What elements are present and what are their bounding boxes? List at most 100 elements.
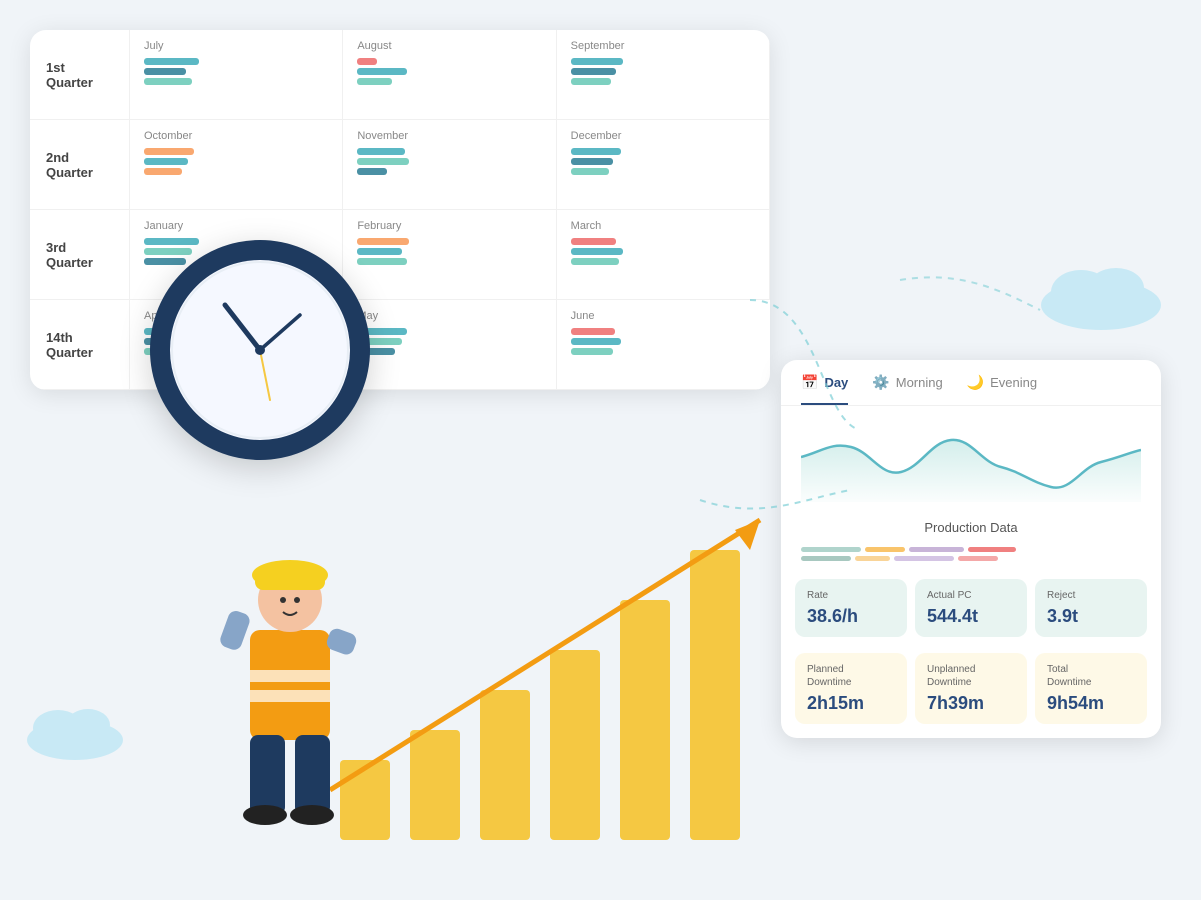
- month-may-bars: [357, 328, 541, 355]
- stat-planned-label: PlannedDowntime: [807, 663, 895, 689]
- bar: [357, 238, 409, 245]
- legend-area: [781, 543, 1161, 571]
- stat-unplanned-value: 7h39m: [927, 693, 1015, 714]
- stats-top-grid: Rate 38.6/h Actual PC 544.4t Reject 3.9t: [781, 571, 1161, 645]
- month-september: September: [557, 30, 770, 120]
- legend-bar: [855, 556, 890, 561]
- clock-svg: [170, 260, 350, 440]
- cloud-left: [20, 695, 130, 760]
- bar: [571, 258, 619, 265]
- stat-reject-value: 3.9t: [1047, 606, 1135, 627]
- bar: [144, 58, 199, 65]
- bar: [357, 258, 407, 265]
- bar: [144, 158, 188, 165]
- bar: [571, 328, 615, 335]
- stat-planned-value: 2h15m: [807, 693, 895, 714]
- month-october-label: Octomber: [144, 130, 328, 142]
- bar: [357, 68, 407, 75]
- tab-bar: 📅 Day ⚙️ Morning 🌙 Evening: [781, 360, 1161, 406]
- bar: [144, 78, 192, 85]
- bar: [571, 348, 613, 355]
- quarter-2-label: 2ndQuarter: [30, 120, 130, 210]
- bar: [357, 168, 387, 175]
- bar: [357, 78, 392, 85]
- month-february: February: [343, 210, 556, 300]
- worker-illustration: [140, 430, 440, 850]
- stat-total-label: TotalDowntime: [1047, 663, 1135, 689]
- month-july-label: July: [144, 40, 328, 52]
- month-december-bars: [571, 148, 755, 175]
- stat-total-value: 9h54m: [1047, 693, 1135, 714]
- month-october-bars: [144, 148, 328, 175]
- stat-reject-label: Reject: [1047, 589, 1135, 602]
- tab-evening[interactable]: 🌙 Evening: [967, 374, 1037, 405]
- bar: [144, 168, 182, 175]
- month-november: November: [343, 120, 556, 210]
- tab-day-label: Day: [824, 375, 848, 390]
- month-september-label: September: [571, 40, 755, 52]
- tab-day[interactable]: 📅 Day: [801, 374, 848, 405]
- stat-unplanned-label: UnplannedDowntime: [927, 663, 1015, 689]
- calendar-icon: 📅: [801, 374, 818, 391]
- month-march-label: March: [571, 220, 755, 232]
- quarterly-panel: 1stQuarter July August September: [30, 30, 770, 390]
- stat-planned-downtime: PlannedDowntime 2h15m: [795, 653, 907, 724]
- month-july: July: [130, 30, 343, 120]
- tab-morning[interactable]: ⚙️ Morning: [872, 374, 942, 405]
- legend-bar: [968, 547, 1016, 552]
- clock-face: [170, 260, 350, 440]
- stat-rate: Rate 38.6/h: [795, 579, 907, 637]
- bar: [571, 238, 616, 245]
- legend-row-2: [801, 556, 1141, 561]
- stat-actual-pc-label: Actual PC: [927, 589, 1015, 602]
- tab-morning-label: Morning: [896, 375, 943, 390]
- legend-bar: [894, 556, 954, 561]
- bar: [357, 58, 377, 65]
- stat-unplanned-downtime: UnplannedDowntime 7h39m: [915, 653, 1027, 724]
- month-july-bars: [144, 58, 328, 85]
- legend-bar: [801, 556, 851, 561]
- bar: [571, 58, 623, 65]
- month-august-bars: [357, 58, 541, 85]
- stat-actual-pc: Actual PC 544.4t: [915, 579, 1027, 637]
- legend-row-1: [801, 547, 1141, 552]
- bar: [357, 158, 409, 165]
- bar: [571, 168, 609, 175]
- bar: [571, 148, 621, 155]
- month-november-bars: [357, 148, 541, 175]
- quarterly-grid: 1stQuarter July August September: [30, 30, 770, 390]
- bar: [571, 68, 616, 75]
- month-september-bars: [571, 58, 755, 85]
- month-june-label: June: [571, 310, 756, 322]
- month-may-label: May: [357, 310, 541, 322]
- quarter-1-label: 1stQuarter: [30, 30, 130, 120]
- month-february-bars: [357, 238, 541, 265]
- month-october: Octomber: [130, 120, 343, 210]
- quarter-4-label: 14thQuarter: [30, 300, 130, 390]
- bar: [144, 68, 186, 75]
- legend-bar: [801, 547, 861, 552]
- month-november-label: November: [357, 130, 541, 142]
- moon-icon: 🌙: [967, 374, 984, 391]
- month-august: August: [343, 30, 556, 120]
- bar: [144, 248, 192, 255]
- month-february-label: February: [357, 220, 541, 232]
- legend-bar: [958, 556, 998, 561]
- tab-evening-label: Evening: [990, 375, 1037, 390]
- bar: [571, 158, 613, 165]
- bar: [144, 238, 199, 245]
- month-june: June: [557, 300, 770, 390]
- bar: [571, 248, 623, 255]
- stats-bottom-grid: PlannedDowntime 2h15m UnplannedDowntime …: [781, 645, 1161, 738]
- line-chart: [801, 422, 1141, 502]
- legend-bar: [909, 547, 964, 552]
- bar: [357, 248, 402, 255]
- bar: [571, 338, 621, 345]
- gear-icon: ⚙️: [872, 374, 889, 391]
- month-december: December: [557, 120, 770, 210]
- month-august-label: August: [357, 40, 541, 52]
- quarter-3-label: 3rdQuarter: [30, 210, 130, 300]
- bar: [144, 148, 194, 155]
- bar: [571, 78, 611, 85]
- month-january-label: January: [144, 220, 328, 232]
